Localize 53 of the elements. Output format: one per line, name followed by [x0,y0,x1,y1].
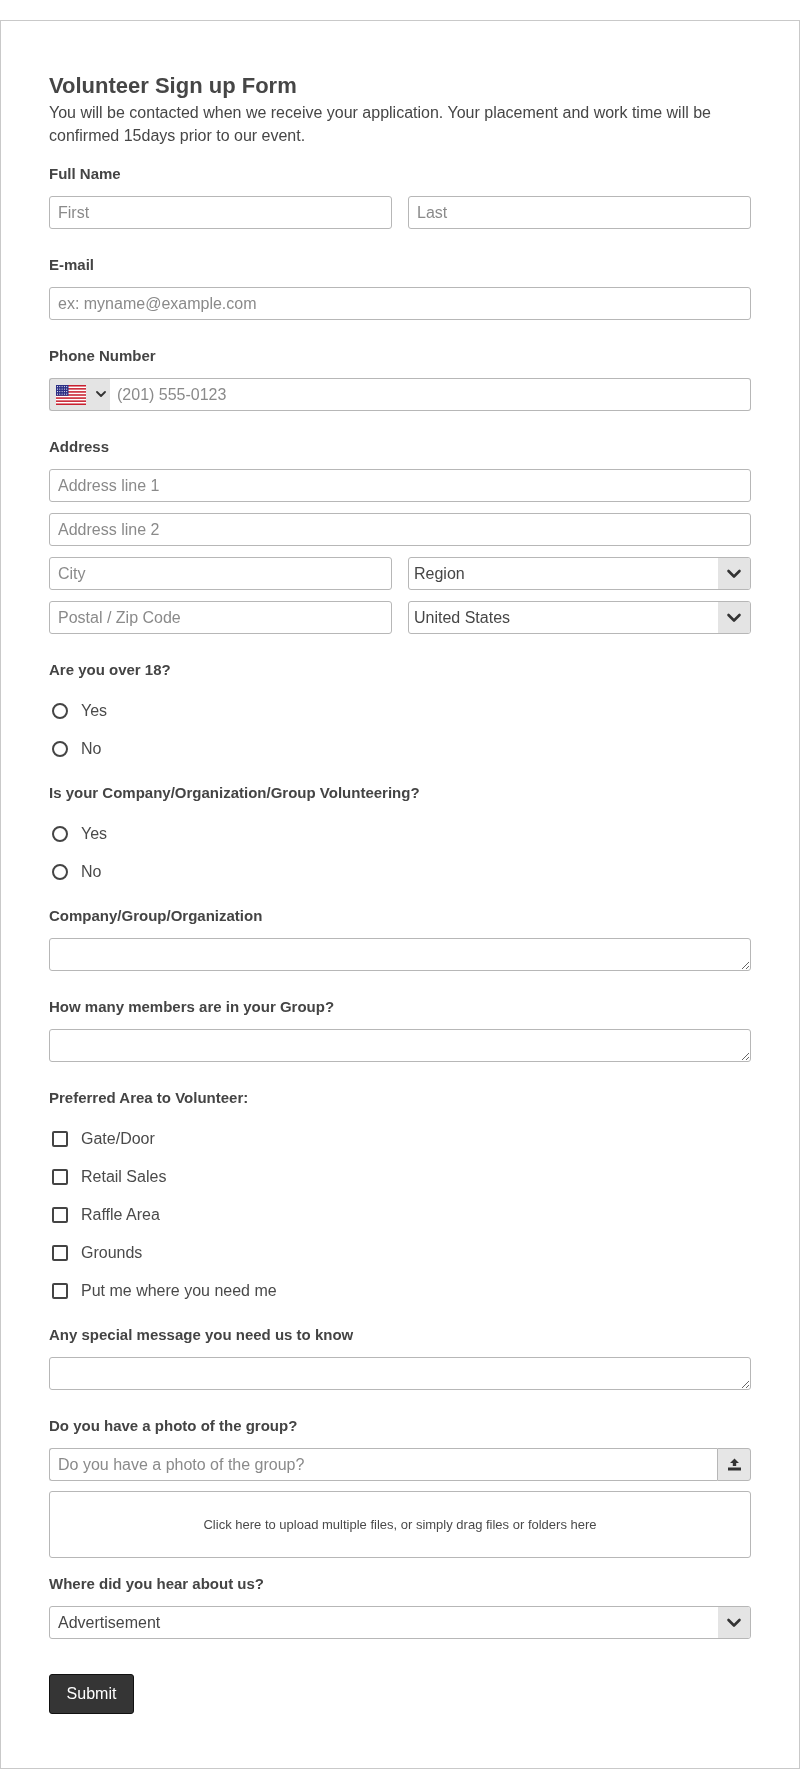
option-label: Gate/Door [81,1129,155,1149]
checkbox[interactable] [52,1169,68,1185]
checkbox[interactable] [52,1283,68,1299]
form-title: Volunteer Sign up Form [49,73,298,99]
field-label: Any special message you need us to know [49,1325,355,1345]
checkbox[interactable] [52,1131,68,1147]
option-label: Put me where you need me [81,1281,277,1301]
input-field[interactable]: City [49,557,392,590]
file-drop-zone[interactable]: Click here to upload multiple files, or simply drag files or folders here [49,1491,751,1558]
checkbox[interactable] [52,1207,68,1223]
field-label: E-mail [49,255,95,275]
radio-button[interactable] [52,703,68,719]
dropdown-field[interactable]: Region [408,557,751,590]
input-field[interactable]: First [49,196,392,229]
radio-button[interactable] [52,826,68,842]
input-field[interactable]: Last [408,196,751,229]
input-field[interactable]: Address line 1 [49,469,751,502]
chevron-down-icon [718,602,750,633]
option-label: Grounds [81,1243,143,1263]
field-label: Is your Company/Organization/Group Volunteering? [49,783,421,803]
text-area-field[interactable] [49,1357,751,1390]
submit-button[interactable]: Submit [49,1674,134,1714]
field-label: Phone Number [49,346,157,366]
radio-button[interactable] [52,864,68,880]
text-area-field[interactable] [49,1029,751,1062]
option-label: No [81,862,102,882]
chevron-down-icon [718,1607,750,1638]
option-label: Raffle Area [81,1205,160,1225]
option-label: Retail Sales [81,1167,167,1187]
field-label: Where did you hear about us? [49,1574,266,1594]
field-label: Company/Group/Organization [49,906,264,926]
radio-button[interactable] [52,741,68,757]
file-name-field[interactable]: Do you have a photo of the group? [49,1448,717,1481]
input-field[interactable]: Address line 2 [49,513,751,546]
field-label: Are you over 18? [49,660,172,680]
field-label: Address [49,437,111,457]
field-label: How many members are in your Group? [49,997,336,1017]
field-label: Do you have a photo of the group? [49,1416,299,1436]
upload-icon [726,1458,742,1471]
field-label: Preferred Area to Volunteer: [49,1088,250,1108]
text-area-field[interactable] [49,938,751,971]
chevron-down-icon [718,558,750,589]
checkbox[interactable] [52,1245,68,1261]
option-label: No [81,739,102,759]
dropdown-field[interactable]: United States [408,601,751,634]
input-field[interactable]: ex: myname@example.com [49,287,751,320]
option-label: Yes [81,701,108,721]
upload-button[interactable] [717,1448,751,1481]
form-description: You will be contacted when we receive your application. Your placement and work time will be confirmed 15days prior to our event. [49,103,712,146]
input-field[interactable]: Postal / Zip Code [49,601,392,634]
dropdown-field[interactable]: Advertisement [49,1606,751,1639]
option-label: Yes [81,824,108,844]
field-label: Full Name [49,164,122,184]
